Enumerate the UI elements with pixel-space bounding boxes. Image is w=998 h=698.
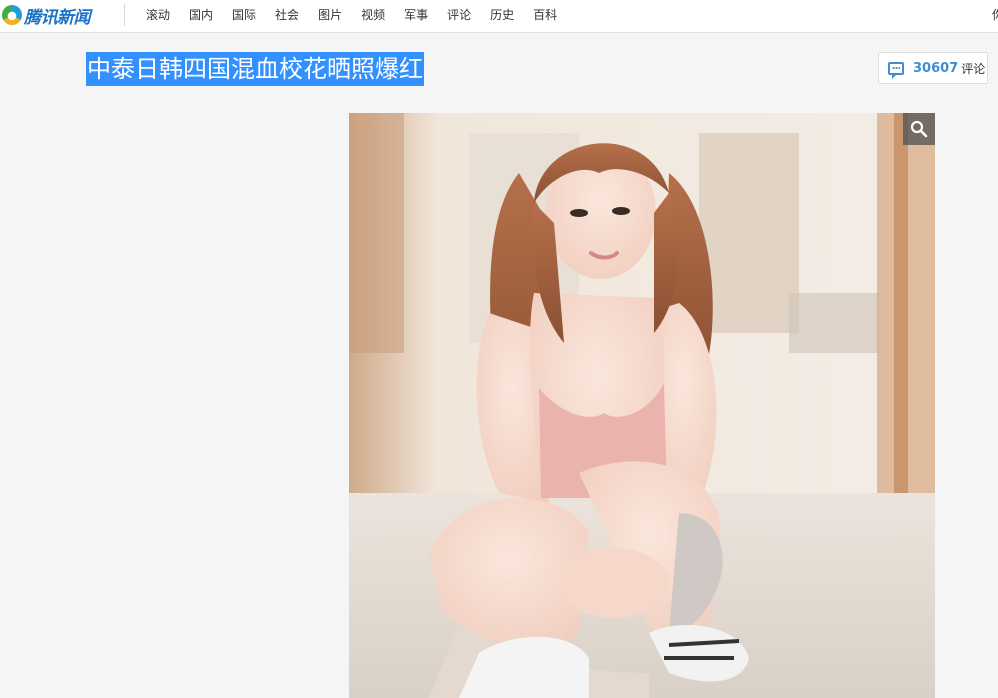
nav-item-military[interactable]: 军事	[404, 0, 428, 30]
channel-nav: 滚动 国内 国际 社会 图片 视频 军事 评论 历史 百科	[146, 0, 576, 30]
photo-illustration	[349, 113, 935, 698]
nav-item-history[interactable]: 历史	[490, 0, 514, 30]
top-nav-bar: 腾讯新闻 滚动 国内 国际 社会 图片 视频 军事 评论 历史 百科 你	[0, 0, 998, 33]
article-title: 中泰日韩四国混血校花晒照爆红	[86, 52, 424, 86]
nav-item-scroll[interactable]: 滚动	[146, 0, 170, 30]
comment-count: 30607	[913, 60, 959, 76]
nav-item-domestic[interactable]: 国内	[189, 0, 213, 30]
logo-icon	[2, 5, 22, 25]
nav-item-society[interactable]: 社会	[275, 0, 299, 30]
nav-overflow-text[interactable]: 你	[992, 6, 998, 22]
comment-button[interactable]: 30607 评论	[878, 52, 988, 84]
search-icon	[910, 120, 928, 138]
photo-zoom-button[interactable]	[903, 113, 935, 145]
nav-item-pictures[interactable]: 图片	[318, 0, 342, 30]
site-logo[interactable]: 腾讯新闻	[2, 3, 91, 28]
article-photo[interactable]	[349, 113, 935, 698]
nav-item-international[interactable]: 国际	[232, 0, 256, 30]
nav-item-video[interactable]: 视频	[361, 0, 385, 30]
comment-label: 评论	[961, 61, 986, 76]
nav-item-encyclopedia[interactable]: 百科	[533, 0, 557, 30]
nav-item-commentary[interactable]: 评论	[447, 0, 471, 30]
nav-divider	[124, 4, 125, 26]
comment-icon	[888, 61, 904, 79]
logo-text: 腾讯新闻	[24, 7, 91, 28]
